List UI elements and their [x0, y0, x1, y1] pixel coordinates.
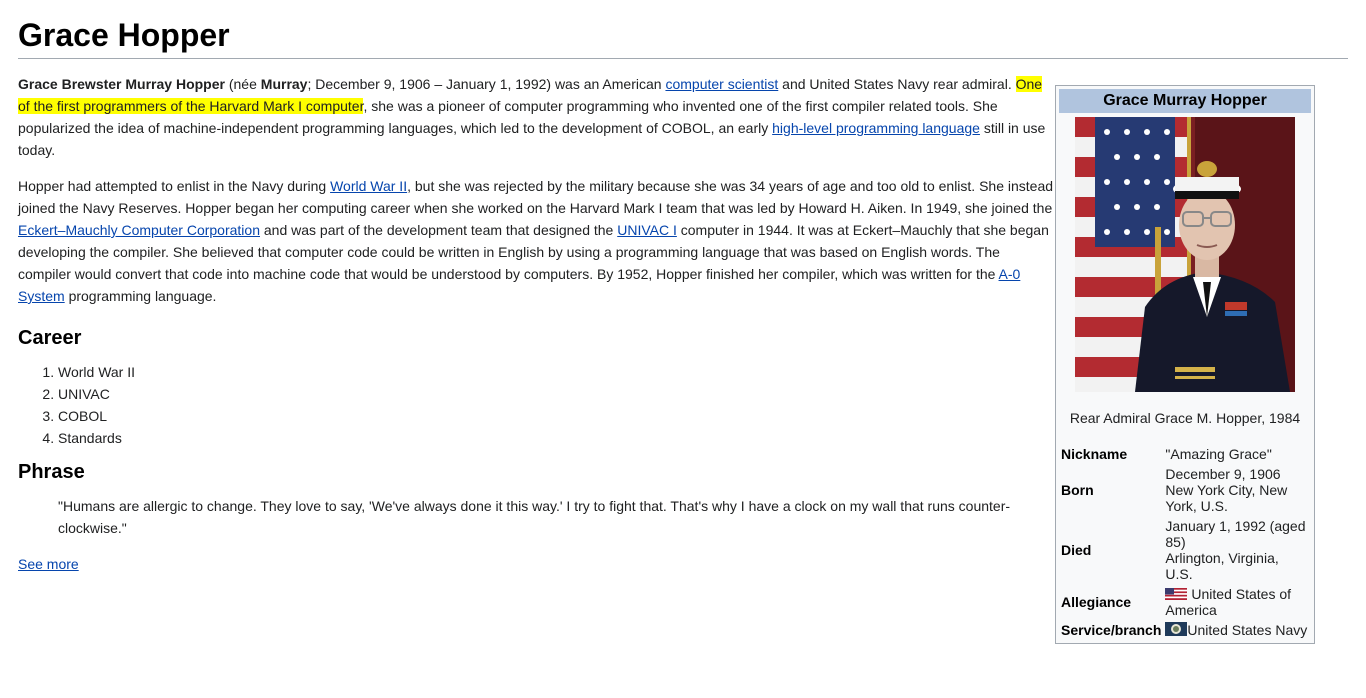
body-text: programming language. — [64, 288, 217, 304]
infobox-row-branch: Service/branch United States Navy — [1059, 620, 1311, 640]
phrase-heading: Phrase — [18, 461, 85, 483]
history-paragraph: Hopper had attempted to enlist in the Na… — [18, 175, 1056, 307]
list-item: Standards — [58, 427, 1056, 449]
article-body: Grace Brewster Murray Hopper (née Murray… — [18, 73, 1056, 575]
list-item: World War II — [58, 361, 1056, 383]
list-item: COBOL — [58, 405, 1056, 427]
intro-text: and United States Navy rear admiral. — [778, 76, 1016, 92]
link-computer-scientist[interactable]: computer scientist — [665, 76, 778, 92]
career-heading: Career — [18, 327, 82, 349]
see-more-link[interactable]: See more — [18, 553, 79, 575]
infobox: Grace Murray Hopper Rear Admiral Grace M… — [1055, 85, 1315, 644]
infobox-caption: Rear Admiral Grace M. Hopper, 1984 — [1069, 410, 1301, 426]
born-date: December 9, 1906 — [1165, 466, 1281, 482]
infobox-label: Died — [1061, 542, 1092, 558]
infobox-table: Nickname "Amazing Grace" Born December 9… — [1059, 444, 1311, 640]
infobox-label: Nickname — [1061, 446, 1128, 462]
body-text: and was part of the development team tha… — [260, 222, 618, 238]
infobox-value: January 1, 1992 (aged 85) Arlington, Vir… — [1163, 516, 1311, 584]
branch-value: United States Navy — [1187, 622, 1308, 638]
infobox-value: December 9, 1906 New York City, New York… — [1163, 464, 1311, 516]
infobox-value: United States Navy — [1163, 620, 1311, 640]
died-place: Arlington, Virginia, U.S. — [1165, 550, 1279, 582]
page-title: Grace Hopper — [18, 0, 1348, 59]
infobox-value: "Amazing Grace" — [1165, 446, 1272, 462]
portrait-illustration — [1075, 117, 1295, 392]
infobox-row-allegiance: Allegiance United States of America — [1059, 584, 1311, 620]
portrait-image — [1075, 117, 1295, 392]
body-text: Hopper had attempted to enlist in the Na… — [18, 178, 331, 194]
link-world-war-ii[interactable]: World War II — [330, 178, 407, 194]
infobox-label: Service/branch — [1061, 622, 1162, 638]
link-eckert-mauchly[interactable]: Eckert–Mauchly Computer Corporation — [18, 222, 260, 238]
link-univac-i[interactable]: UNIVAC I — [617, 222, 677, 238]
infobox-label: Allegiance — [1061, 594, 1132, 610]
intro-text: (née — [224, 76, 261, 92]
infobox-title: Grace Murray Hopper — [1059, 89, 1311, 113]
infobox-value: United States of America — [1163, 584, 1311, 620]
infobox-label: Born — [1061, 482, 1094, 498]
link-high-level-language[interactable]: high-level programming language — [772, 120, 980, 136]
died-date: January 1, 1992 (aged 85) — [1165, 518, 1306, 550]
article: Grace Hopper Grace Brewster Murray Hoppe… — [18, 0, 1348, 572]
quote: "Humans are allergic to change. They lov… — [58, 498, 1011, 536]
subject-name: Grace Brewster Murray Hopper — [18, 76, 225, 92]
intro-paragraph: Grace Brewster Murray Hopper (née Murray… — [18, 73, 1056, 161]
us-flag-icon — [1165, 588, 1188, 600]
intro-text: ; December 9, 1906 – January 1, 1992) wa… — [307, 76, 666, 92]
infobox-row-nickname: Nickname "Amazing Grace" — [1059, 444, 1311, 464]
list-item: UNIVAC — [58, 383, 1056, 405]
navy-flag-icon — [1165, 622, 1188, 636]
infobox-row-died: Died January 1, 1992 (aged 85) Arlington… — [1059, 516, 1311, 584]
maiden-name: Murray — [260, 76, 308, 92]
infobox-row-born: Born December 9, 1906 New York City, New… — [1059, 464, 1311, 516]
born-place: New York City, New York, U.S. — [1165, 482, 1288, 514]
career-list: World War II UNIVAC COBOL Standards — [18, 361, 1056, 449]
